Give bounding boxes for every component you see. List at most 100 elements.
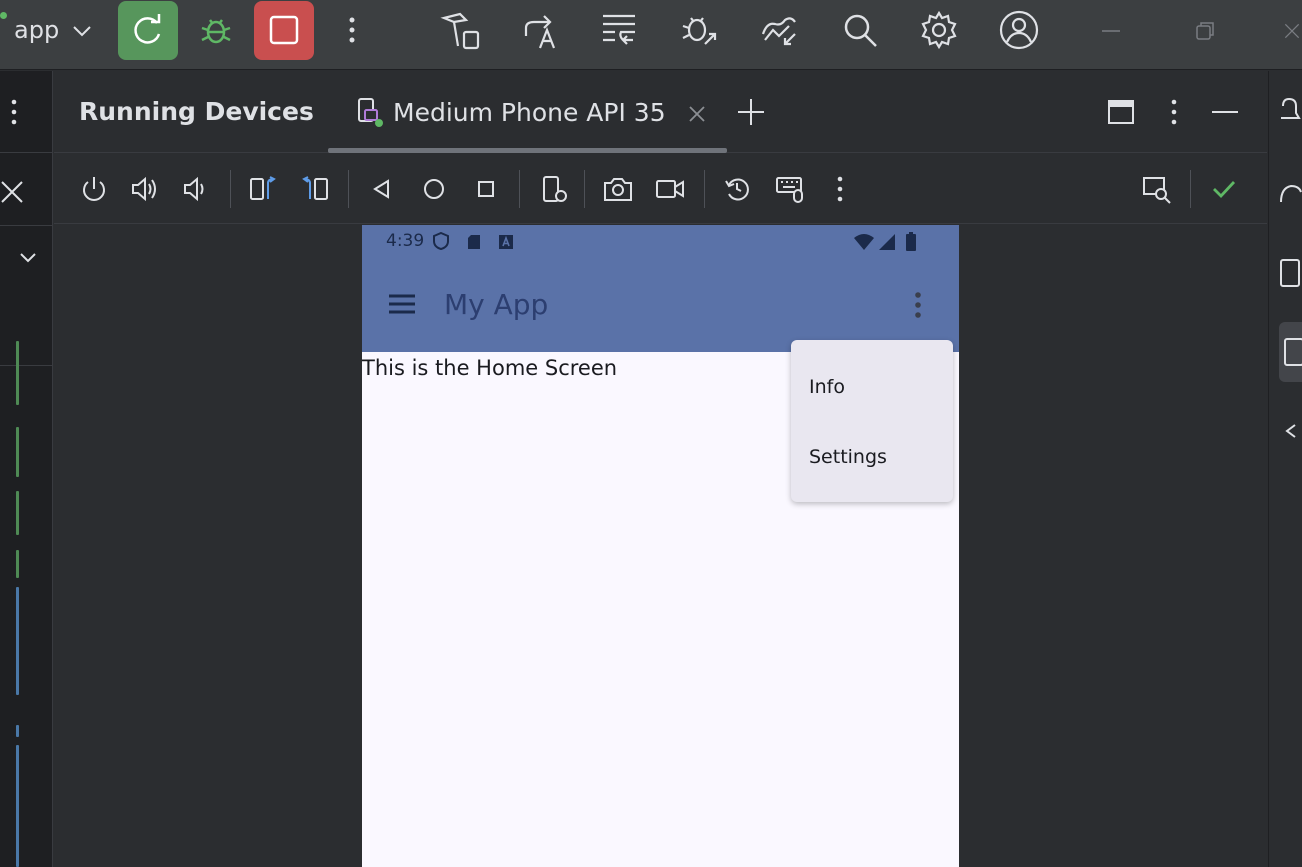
bell-icon bbox=[1281, 97, 1301, 119]
inspect-icon bbox=[1143, 177, 1171, 204]
profiler-icon bbox=[761, 17, 796, 46]
attach-debugger-button[interactable] bbox=[677, 8, 721, 52]
stop-button[interactable] bbox=[254, 1, 314, 60]
tab-scrollbar[interactable] bbox=[328, 148, 727, 153]
status-ok-indicator bbox=[1208, 173, 1240, 205]
keyboard-mouse-button[interactable] bbox=[772, 173, 808, 205]
volume-down-button[interactable] bbox=[179, 173, 211, 205]
more-vertical-icon bbox=[837, 176, 843, 202]
arrow-left-icon bbox=[1285, 424, 1296, 438]
tab-medium-phone[interactable]: Medium Phone API 35 bbox=[393, 98, 666, 127]
checkmark-icon bbox=[1213, 181, 1236, 199]
home-button[interactable] bbox=[418, 173, 450, 205]
settings-button[interactable] bbox=[917, 8, 961, 52]
rotate-right-button[interactable] bbox=[298, 173, 332, 205]
hamburger-icon bbox=[389, 294, 415, 314]
more-actions-button[interactable] bbox=[336, 10, 368, 50]
close-window-button[interactable] bbox=[1282, 16, 1302, 46]
navigation-menu-button[interactable] bbox=[384, 286, 420, 322]
run-config-selector[interactable]: app bbox=[14, 16, 59, 44]
run-status-dot bbox=[0, 12, 7, 19]
volume-up-button[interactable] bbox=[128, 173, 162, 205]
left-strip-options-button[interactable] bbox=[4, 96, 24, 128]
assistant-button[interactable] bbox=[1281, 421, 1302, 441]
power-icon bbox=[83, 177, 105, 201]
change-marker bbox=[16, 491, 19, 535]
shield-icon bbox=[432, 232, 450, 250]
close-icon bbox=[1, 181, 23, 203]
keyboard-a-icon bbox=[497, 233, 515, 251]
menu-item-info[interactable]: Info bbox=[809, 376, 845, 398]
chevron-down-icon[interactable] bbox=[72, 24, 92, 38]
left-strip-expand-button[interactable] bbox=[16, 247, 40, 269]
account-button[interactable] bbox=[997, 8, 1041, 52]
close-icon bbox=[1284, 23, 1300, 39]
running-devices-header: Running Devices Medium Phone API 35 bbox=[54, 71, 1267, 153]
minimize-window-button[interactable] bbox=[1096, 16, 1126, 46]
divider bbox=[348, 170, 349, 208]
profiler-button[interactable] bbox=[757, 8, 801, 52]
right-tool-strip bbox=[1268, 71, 1302, 867]
history-icon bbox=[725, 178, 749, 201]
screen-record-button[interactable] bbox=[652, 173, 688, 205]
home-screen-text: This is the Home Screen bbox=[362, 356, 618, 380]
change-marker bbox=[16, 745, 19, 867]
plus-icon bbox=[738, 99, 764, 125]
build-button[interactable] bbox=[438, 8, 482, 52]
hide-panel-button[interactable] bbox=[1208, 99, 1242, 125]
device-settings-button[interactable] bbox=[538, 173, 572, 207]
device-screen[interactable]: 4:39 My App This is the Home Screen Info… bbox=[362, 225, 959, 867]
device-manager-button[interactable] bbox=[1277, 257, 1302, 289]
add-device-button[interactable] bbox=[734, 95, 768, 129]
restore-window-button[interactable] bbox=[1190, 16, 1220, 46]
app-title: My App bbox=[444, 288, 549, 321]
divider bbox=[584, 170, 585, 208]
notifications-button[interactable] bbox=[1277, 95, 1302, 125]
change-marker bbox=[16, 587, 19, 695]
gradle-button[interactable] bbox=[1277, 177, 1302, 207]
triangle-left-icon bbox=[373, 179, 389, 199]
more-vertical-icon bbox=[349, 17, 355, 43]
device-more-button[interactable] bbox=[830, 173, 850, 205]
sync-project-button[interactable] bbox=[597, 8, 641, 52]
status-time: 4:39 bbox=[386, 231, 425, 251]
divider bbox=[0, 365, 52, 366]
left-strip-close-button[interactable] bbox=[0, 177, 26, 207]
apply-changes-button[interactable] bbox=[518, 8, 562, 52]
close-tab-button[interactable] bbox=[684, 101, 710, 127]
overview-button[interactable] bbox=[470, 173, 502, 205]
overflow-menu-button[interactable] bbox=[906, 287, 930, 323]
top-app-bar: My App bbox=[362, 257, 959, 352]
running-devices-button[interactable] bbox=[1279, 322, 1302, 382]
signal-icon bbox=[877, 232, 897, 252]
screenshot-button[interactable] bbox=[600, 173, 636, 205]
menu-item-settings[interactable]: Settings bbox=[809, 446, 887, 468]
close-icon bbox=[689, 106, 705, 122]
divider bbox=[0, 152, 52, 153]
rotate-left-icon bbox=[250, 176, 276, 200]
sd-card-icon bbox=[466, 233, 482, 251]
rerun-button[interactable] bbox=[118, 1, 178, 60]
camera-icon bbox=[604, 178, 632, 201]
divider bbox=[519, 170, 520, 208]
divider bbox=[1190, 170, 1191, 208]
volume-down-icon bbox=[184, 176, 204, 202]
layout-inspector-button[interactable] bbox=[1140, 173, 1174, 205]
rotate-left-button[interactable] bbox=[246, 173, 280, 205]
keyboard-icon bbox=[776, 177, 803, 203]
power-button[interactable] bbox=[78, 173, 110, 205]
search-button[interactable] bbox=[838, 8, 882, 52]
debug-button[interactable] bbox=[196, 10, 236, 50]
battery-icon bbox=[904, 231, 918, 251]
panel-options-button[interactable] bbox=[1164, 95, 1184, 129]
panel-title: Running Devices bbox=[79, 97, 314, 126]
more-vertical-icon bbox=[11, 99, 17, 125]
hammer-icon bbox=[440, 12, 480, 50]
window-layout-button[interactable] bbox=[1104, 97, 1138, 127]
circle-icon bbox=[424, 179, 444, 199]
divider bbox=[704, 170, 705, 208]
back-button[interactable] bbox=[366, 173, 398, 205]
snapshot-button[interactable] bbox=[720, 173, 754, 205]
running-device-icon bbox=[1284, 338, 1302, 366]
bug-arrow-icon bbox=[682, 17, 717, 45]
